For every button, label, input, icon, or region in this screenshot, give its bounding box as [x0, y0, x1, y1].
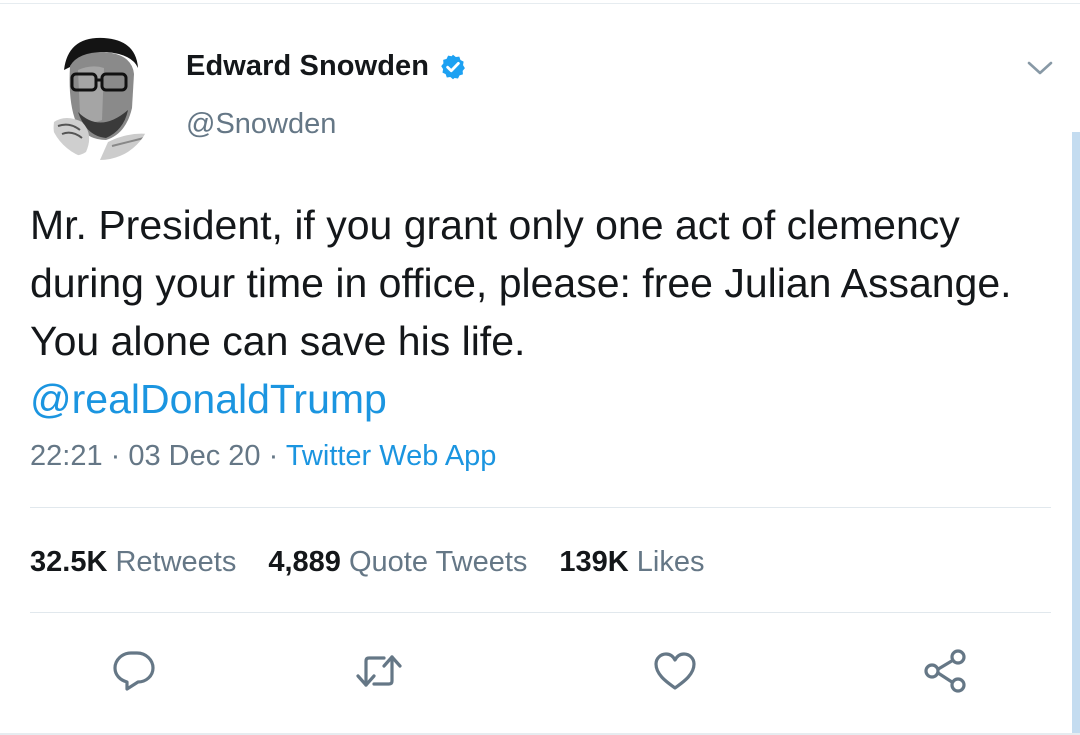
- reply-button[interactable]: [109, 648, 159, 694]
- top-divider: [0, 3, 1080, 4]
- scrollbar[interactable]: [1072, 132, 1080, 735]
- like-icon: [654, 652, 696, 690]
- tweet-detail: Edward Snowden @Snowden Mr. President, i…: [0, 0, 1080, 735]
- likes-stat[interactable]: 139K Likes: [559, 546, 704, 579]
- quote-tweets-count: 4,889: [268, 546, 341, 578]
- like-button[interactable]: [650, 648, 700, 694]
- tweet-text: Mr. President, if you grant only one act…: [30, 202, 1012, 364]
- share-button[interactable]: [920, 648, 970, 694]
- tweet-time[interactable]: 22:21: [30, 440, 103, 472]
- quote-tweets-stat[interactable]: 4,889 Quote Tweets: [268, 546, 527, 579]
- divider: [30, 612, 1051, 613]
- divider: [30, 507, 1051, 508]
- share-icon: [924, 649, 966, 693]
- retweets-count: 32.5K: [30, 546, 108, 578]
- retweet-icon: [356, 655, 402, 687]
- tweet-body: Mr. President, if you grant only one act…: [30, 196, 1030, 428]
- mention-link[interactable]: @realDonaldTrump: [30, 370, 1030, 428]
- retweets-label: Retweets: [115, 546, 237, 578]
- meta-separator: ·: [260, 440, 286, 472]
- verified-badge-icon: [441, 54, 465, 79]
- meta-separator: ·: [102, 440, 129, 472]
- retweets-stat[interactable]: 32.5K Retweets: [30, 546, 236, 579]
- avatar[interactable]: [48, 30, 152, 160]
- retweet-button[interactable]: [354, 648, 404, 694]
- tweet-date[interactable]: 03 Dec 20: [128, 440, 260, 472]
- engagement-stats: 32.5K Retweets 4,889 Quote Tweets 139K L…: [30, 546, 736, 579]
- likes-count: 139K: [559, 546, 629, 578]
- quote-tweets-label: Quote Tweets: [348, 546, 528, 578]
- reply-icon: [113, 651, 155, 691]
- author-handle[interactable]: @Snowden: [186, 108, 336, 141]
- avatar-photo: [48, 30, 152, 160]
- chevron-down-icon[interactable]: [1025, 58, 1055, 78]
- author-name-row[interactable]: Edward Snowden: [186, 50, 467, 83]
- likes-label: Likes: [636, 546, 705, 578]
- tweet-source-link[interactable]: Twitter Web App: [286, 440, 497, 472]
- author-display-name[interactable]: Edward Snowden: [186, 50, 429, 83]
- tweet-meta: 22:21 · 03 Dec 20 · Twitter Web App: [30, 440, 496, 473]
